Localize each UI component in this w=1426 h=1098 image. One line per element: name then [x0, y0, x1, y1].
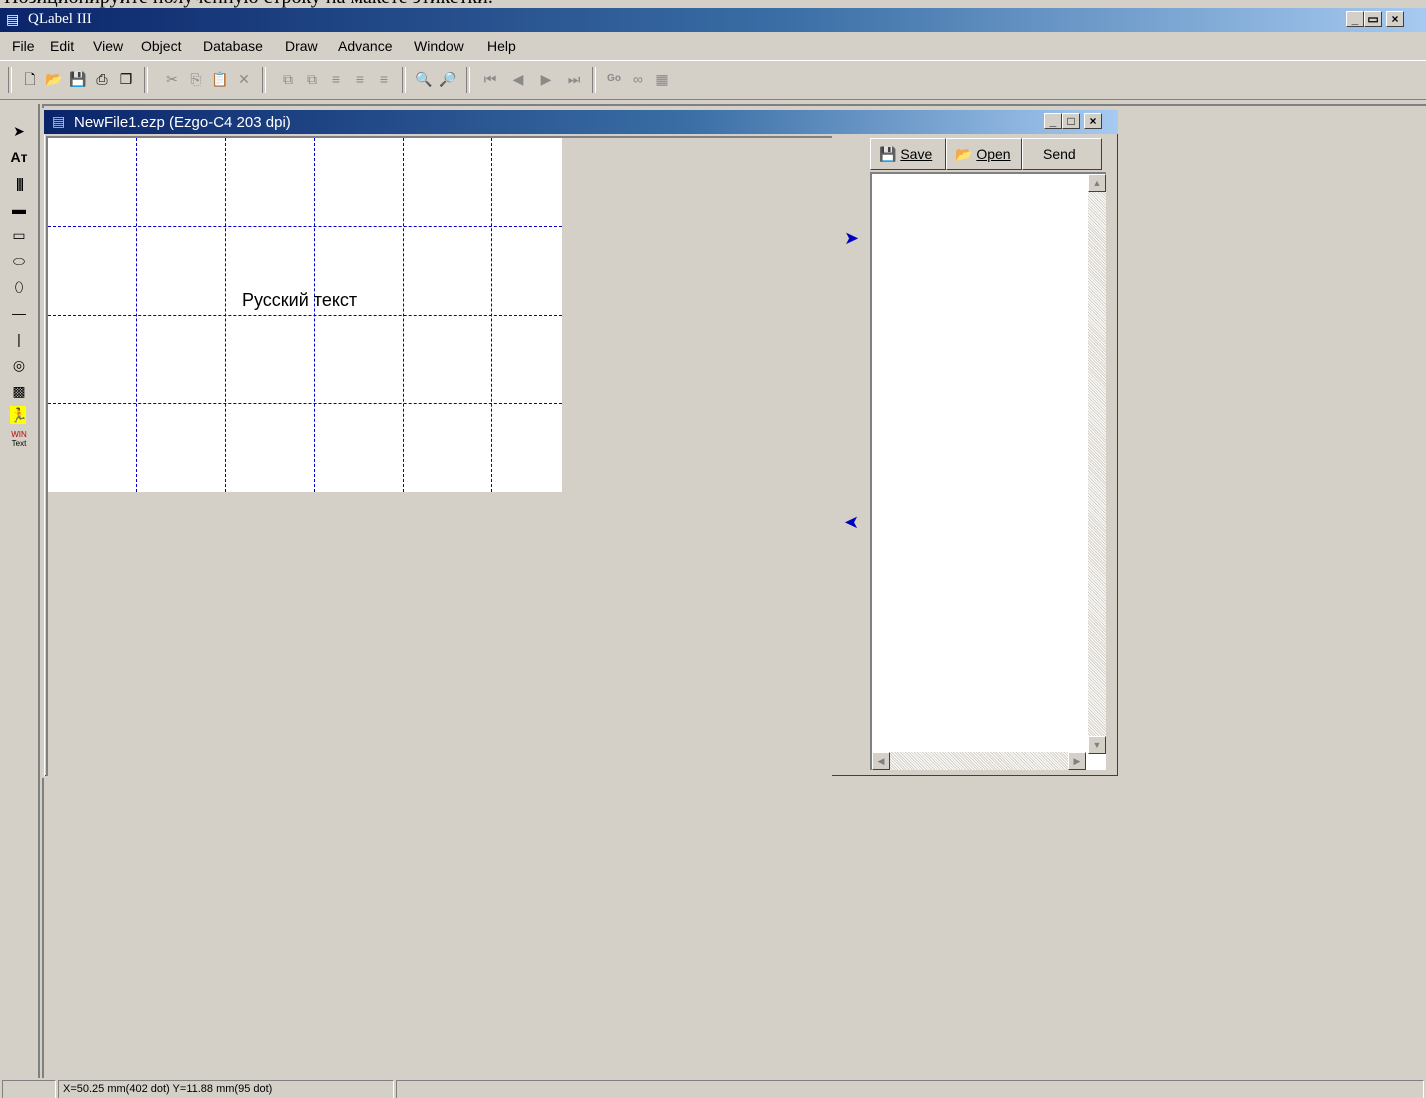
delete-icon[interactable]: ✕ [234, 69, 254, 89]
grid-line [48, 403, 562, 404]
status-cell-empty [2, 1080, 56, 1098]
doc-maximize-button[interactable]: □ [1062, 113, 1080, 129]
status-bar: X=50.25 mm(402 dot) Y=11.88 mm(95 dot) [0, 1078, 1426, 1098]
toolbar-separator [262, 67, 266, 93]
grid-line [48, 315, 562, 316]
app-title: QLabel III [28, 11, 92, 27]
status-cell-empty [396, 1080, 1424, 1098]
save-button-label: Save [900, 146, 933, 162]
bring-front-icon[interactable]: ⧉ [278, 69, 298, 89]
arrow-left-icon[interactable]: ➤ [844, 512, 859, 533]
hline-icon[interactable]: — [8, 302, 30, 324]
arrow-right-icon[interactable]: ➤ [844, 228, 859, 249]
design-canvas[interactable]: Русский текст [46, 136, 832, 776]
document-titlebar: ▤ NewFile1.ezp (Ezgo-C4 203 dpi) _ □ × [44, 110, 1118, 134]
runner-icon[interactable]: 🏃 [10, 406, 27, 424]
image-icon[interactable]: ◎ [8, 354, 30, 376]
menu-bar: File Edit View Object Database Draw Adva… [0, 34, 1426, 58]
new-file-icon[interactable]: 🗋 [20, 69, 40, 89]
menu-edit[interactable]: Edit [50, 38, 74, 54]
preview-icon[interactable]: ▦ [652, 69, 672, 89]
cut-icon[interactable]: ✂ [162, 69, 182, 89]
win-text-icon[interactable]: WIN Text [8, 430, 30, 452]
align-left-icon[interactable]: ≡ [326, 69, 346, 89]
ellipse-icon[interactable]: ⬯ [8, 276, 30, 298]
paste-icon[interactable]: 📋 [210, 69, 230, 89]
scroll-right-icon[interactable]: ▶ [1068, 752, 1086, 770]
open-folder-icon: 📂 [955, 146, 973, 162]
prev-record-icon[interactable]: ◀ [508, 69, 528, 89]
menu-window[interactable]: Window [414, 38, 464, 54]
grid-line [48, 226, 562, 227]
rounded-rect-icon[interactable]: ⬭ [8, 250, 30, 272]
toolbar-separator [466, 67, 470, 93]
scroll-down-icon[interactable]: ▼ [1088, 736, 1106, 754]
restore-button[interactable]: ▭ [1364, 11, 1382, 27]
go-button[interactable]: Go [604, 69, 624, 89]
copy-doc-icon[interactable]: ❐ [116, 69, 136, 89]
scroll-up-icon[interactable]: ▲ [1088, 174, 1106, 192]
first-record-icon[interactable]: ⏮ [480, 69, 500, 89]
2d-barcode-icon[interactable]: ▩ [8, 380, 30, 402]
align-right-icon[interactable]: ≡ [374, 69, 394, 89]
toolbar-separator [592, 67, 596, 93]
glasses-icon[interactable]: ∞ [628, 69, 648, 89]
main-toolbar: 🗋 📂 💾 ⎙ ❐ ✂ ⎘ 📋 ✕ ⧉ ⧉ ≡ ≡ ≡ 🔍 🔎 ⏮ ◀ ▶ ⏭ … [0, 60, 1426, 100]
send-button[interactable]: Send [1022, 138, 1102, 170]
document-icon: ▤ [52, 113, 66, 129]
floppy-icon: 💾 [879, 146, 897, 162]
status-coordinates: X=50.25 mm(402 dot) Y=11.88 mm(95 dot) [58, 1080, 394, 1098]
scroll-left-icon[interactable]: ◀ [872, 752, 890, 770]
menu-database[interactable]: Database [203, 38, 263, 54]
command-panel: 💾 Save 📂 Open Send ▲ ▼ ◀ ▶ [868, 136, 1116, 776]
panel-splitter: ➤ ➤ [834, 136, 868, 776]
next-record-icon[interactable]: ▶ [536, 69, 556, 89]
doc-close-button[interactable]: × [1084, 113, 1102, 129]
menu-view[interactable]: View [93, 38, 123, 54]
close-button[interactable]: × [1386, 11, 1404, 27]
rect-icon[interactable]: ▭ [8, 224, 30, 246]
open-button-label: Open [976, 146, 1011, 162]
open-folder-icon[interactable]: 📂 [44, 69, 64, 89]
pointer-icon[interactable]: ➤ [8, 120, 30, 142]
zoom-in-icon[interactable]: 🔎 [438, 69, 458, 89]
send-back-icon[interactable]: ⧉ [302, 69, 322, 89]
command-text-area[interactable]: ▲ ▼ ◀ ▶ [870, 172, 1106, 770]
last-record-icon[interactable]: ⏭ [564, 69, 584, 89]
menu-advance[interactable]: Advance [338, 38, 392, 54]
toolbar-separator [402, 67, 406, 93]
menu-draw[interactable]: Draw [285, 38, 318, 54]
app-titlebar: ▤ QLabel III _ ▭ × [0, 8, 1426, 32]
menu-object[interactable]: Object [141, 38, 181, 54]
copy-icon[interactable]: ⎘ [186, 69, 206, 89]
left-tool-palette: ➤ Aᴛ |||| ▬ ▭ ⬭ ⬯ — | ◎ ▩ 🏃 WIN Text [4, 104, 40, 1078]
label-text-object[interactable]: Русский текст [242, 290, 357, 311]
floppy-icon[interactable]: 💾 [68, 69, 88, 89]
toolbar-separator [8, 67, 12, 93]
zoom-out-icon[interactable]: 🔍 [414, 69, 434, 89]
menu-file[interactable]: File [12, 38, 35, 54]
doc-minimize-button[interactable]: _ [1044, 113, 1062, 129]
open-button[interactable]: 📂 Open [946, 138, 1022, 170]
document-title: NewFile1.ezp (Ezgo-C4 203 dpi) [74, 114, 291, 131]
minimize-button[interactable]: _ [1346, 11, 1364, 27]
text-tool-icon[interactable]: Aᴛ [8, 146, 30, 168]
align-center-icon[interactable]: ≡ [350, 69, 370, 89]
save-button[interactable]: 💾 Save [870, 138, 946, 170]
vertical-scrollbar[interactable]: ▲ ▼ [1088, 174, 1106, 754]
toolbar-separator [144, 67, 148, 93]
app-icon: ▤ [6, 11, 20, 27]
horizontal-scrollbar[interactable]: ◀ ▶ [872, 752, 1086, 770]
filled-rect-icon[interactable]: ▬ [8, 198, 30, 220]
menu-help[interactable]: Help [487, 38, 516, 54]
barcode-icon[interactable]: |||| [8, 172, 30, 194]
vline-icon[interactable]: | [8, 328, 30, 350]
label-page[interactable]: Русский текст [48, 138, 562, 492]
document-window: ▤ NewFile1.ezp (Ezgo-C4 203 dpi) _ □ × Р… [42, 108, 1120, 778]
printer-icon[interactable]: ⎙ [92, 69, 112, 89]
